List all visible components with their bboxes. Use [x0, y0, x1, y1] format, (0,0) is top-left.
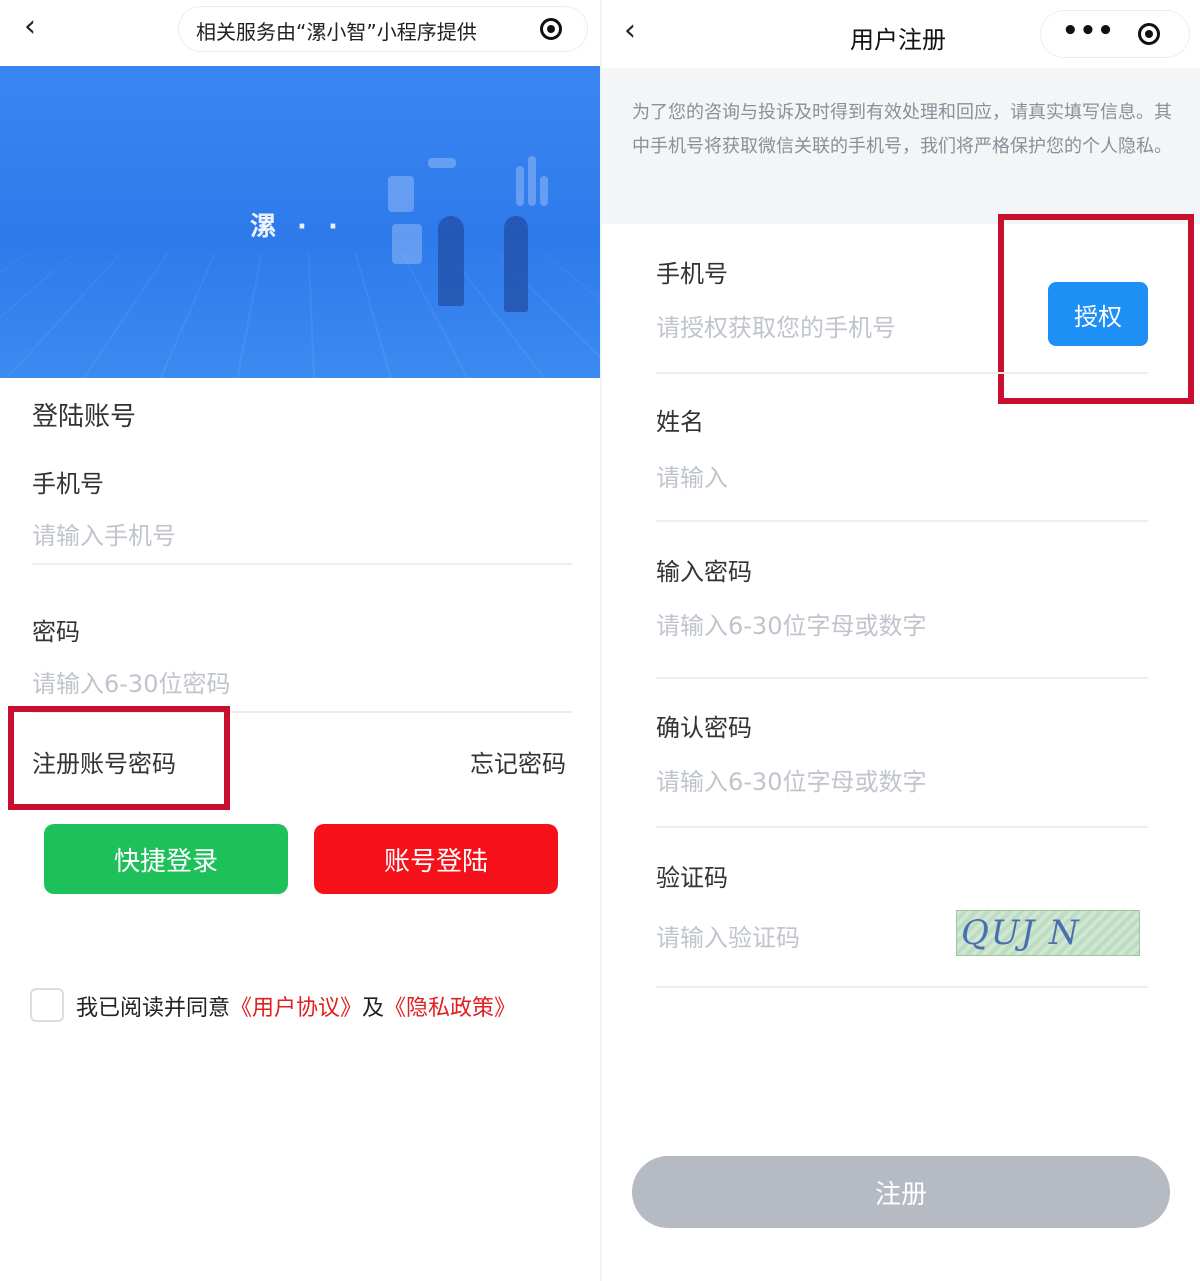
banner-chart-bar [528, 156, 536, 206]
name-label: 姓名 [656, 408, 704, 436]
forgot-password-link[interactable]: 忘记密码 [470, 744, 566, 779]
register-screen: ‹ 用户注册 ••• 为了您的咨询与投诉及时得到有效处理和回应，请真实填写信息。… [602, 0, 1200, 1281]
confirm-password-input[interactable]: 请输入6-30位字母或数字 [656, 762, 926, 797]
target-icon[interactable] [1138, 23, 1160, 45]
captcha-input[interactable]: 请输入验证码 [656, 918, 800, 953]
account-login-button[interactable]: 账号登陆 [314, 824, 558, 894]
more-icon[interactable]: ••• [1062, 16, 1115, 46]
user-agreement-link[interactable]: 《用户协议》 [230, 996, 362, 1021]
agreement-and: 及 [362, 996, 385, 1021]
phone-label: 手机号 [656, 260, 728, 288]
banner-logo: 漯 · · [250, 212, 344, 242]
banner-panel [392, 224, 422, 264]
divider [656, 986, 1148, 988]
confirm-password-label: 确认密码 [656, 714, 752, 742]
banner-panel [388, 176, 414, 212]
captcha-label: 验证码 [656, 864, 728, 892]
divider [32, 563, 572, 565]
password-input[interactable]: 请输入6-30位字母或数字 [656, 606, 926, 641]
page-title: 用户注册 [850, 26, 946, 54]
agree-checkbox[interactable] [30, 988, 64, 1022]
privacy-policy-link[interactable]: 《隐私政策》 [384, 996, 516, 1021]
back-icon[interactable]: ‹ [24, 12, 36, 42]
phone-input[interactable]: 请授权获取您的手机号 [656, 308, 896, 343]
agreement-prefix: 我已阅读并同意 [76, 996, 231, 1021]
divider [656, 520, 1148, 522]
notice-text: 为了您的咨询与投诉及时得到有效处理和回应，请真实填写信息。其中手机号将获取微信关… [632, 102, 1172, 157]
hero-banner: 漯 · · [0, 66, 600, 378]
banner-person [504, 216, 528, 312]
captcha-image[interactable]: QUJ N [956, 910, 1140, 956]
password-label: 密码 [32, 618, 80, 646]
provider-capsule: 相关服务由“漯小智”小程序提供 [178, 6, 588, 52]
banner-chart-bar [540, 176, 548, 206]
banner-chart-bar [516, 166, 524, 206]
password-label: 输入密码 [656, 558, 752, 586]
banner-panel [428, 158, 456, 168]
menu-capsule: ••• [1040, 10, 1190, 58]
register-button[interactable]: 注册 [632, 1156, 1170, 1228]
target-icon[interactable] [540, 18, 562, 40]
name-input[interactable]: 请输入 [656, 458, 728, 493]
notice-box: 为了您的咨询与投诉及时得到有效处理和回应，请真实填写信息。其中手机号将获取微信关… [602, 68, 1200, 224]
highlight-box [998, 214, 1194, 404]
phone-input[interactable]: 请输入手机号 [32, 516, 176, 551]
divider [656, 372, 1148, 374]
quick-login-button[interactable]: 快捷登录 [44, 824, 288, 894]
back-icon[interactable]: ‹ [624, 16, 636, 46]
divider [656, 826, 1148, 828]
divider [656, 677, 1148, 679]
register-link[interactable]: 注册账号密码 [32, 744, 176, 779]
login-screen: ‹ 相关服务由“漯小智”小程序提供 漯 · · 登陆账号 手机号 请输入手机号 … [0, 0, 600, 1281]
phone-label: 手机号 [32, 470, 104, 498]
password-input[interactable]: 请输入6-30位密码 [32, 664, 230, 699]
section-title: 登陆账号 [32, 402, 137, 432]
banner-person [438, 216, 464, 306]
agreement-text: 我已阅读并同意《用户协议》及《隐私政策》 [76, 990, 516, 1022]
provider-text: 相关服务由“漯小智”小程序提供 [196, 20, 477, 44]
